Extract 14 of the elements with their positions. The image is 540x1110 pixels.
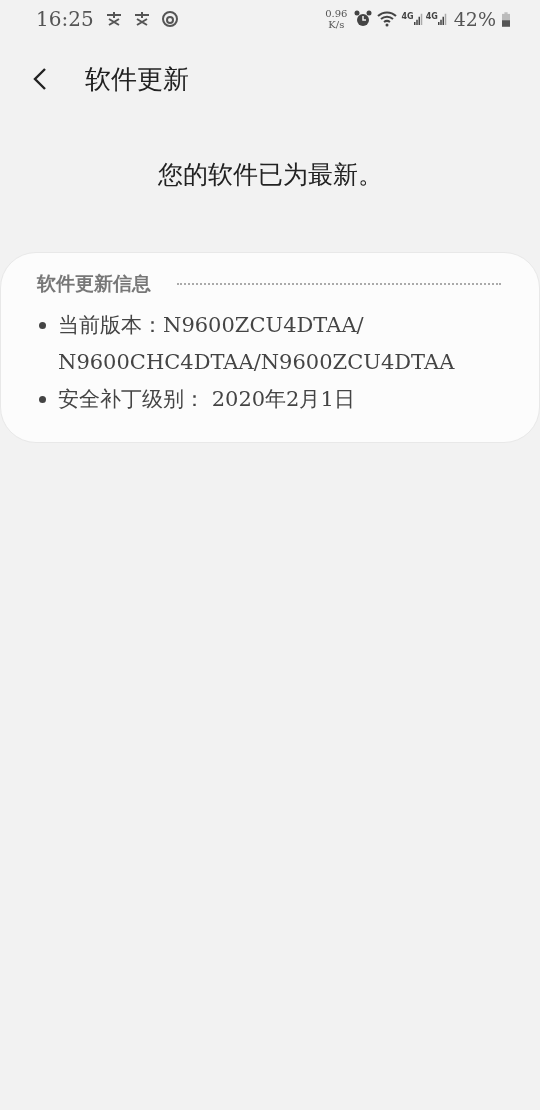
back-icon[interactable] — [33, 67, 47, 91]
page-title: 软件更新 — [85, 62, 189, 96]
wifi-icon — [377, 10, 398, 28]
section-title: 软件更新信息 — [37, 271, 151, 296]
alarm-icon — [353, 10, 374, 28]
status-time: 16:25 — [36, 7, 94, 31]
status-message: 您的软件已为最新。 — [156, 159, 384, 191]
info-text: 当前版本：N9600ZCU4DTAA/ N9600CHC4DTAA/N9600ZCU4DTAA — [58, 312, 455, 376]
info-text: 安全补丁级别： 2020年2月1日 — [58, 386, 355, 413]
battery-percentage: 42% — [453, 8, 496, 30]
bullet-icon — [39, 322, 46, 329]
bullet-icon — [39, 396, 46, 403]
battery-icon — [502, 11, 510, 27]
network-speed: 0.96 K/s — [325, 8, 348, 30]
